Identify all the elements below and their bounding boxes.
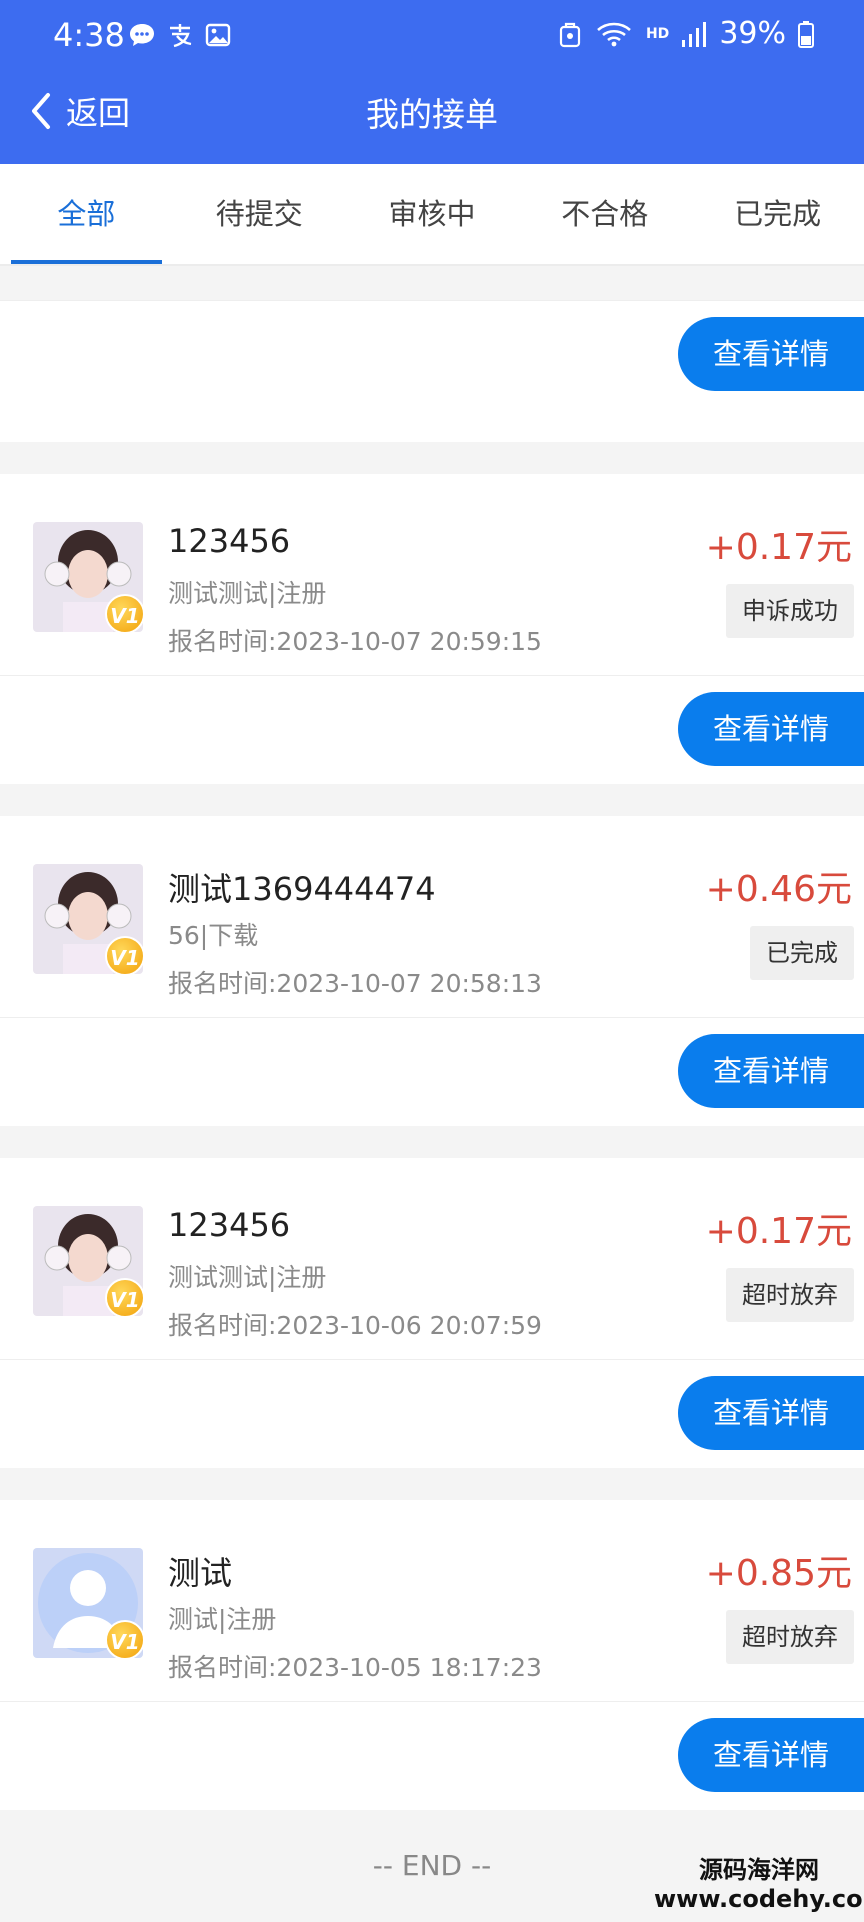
order-amount: +0.17元 bbox=[706, 518, 852, 570]
hd-icon: HD bbox=[646, 26, 669, 42]
status-badge: 超时放弃 bbox=[726, 1268, 854, 1322]
order-card: V1 测试1369444474 56|下载 报名时间:2023-10-07 20… bbox=[0, 816, 864, 1126]
order-time: 报名时间:2023-10-06 20:07:59 bbox=[168, 1306, 542, 1342]
tab-all[interactable]: 全部 bbox=[0, 164, 173, 264]
avatar: V1 bbox=[33, 1206, 143, 1316]
order-amount: +0.46元 bbox=[706, 860, 852, 912]
avatar: V1 bbox=[33, 1548, 143, 1658]
status-bar: 4:38 HD 39% bbox=[0, 0, 864, 74]
tab-pending-submit[interactable]: 待提交 bbox=[173, 164, 346, 264]
order-name: 123456 bbox=[168, 522, 290, 560]
order-name: 测试1369444474 bbox=[168, 864, 436, 910]
order-time: 报名时间:2023-10-05 18:17:23 bbox=[168, 1648, 542, 1684]
watermark: 源码海洋网 www.codehy.com bbox=[654, 1850, 864, 1920]
order-time: 报名时间:2023-10-07 20:58:13 bbox=[168, 964, 542, 1000]
order-name: 123456 bbox=[168, 1206, 290, 1244]
battery-level: 39% bbox=[719, 16, 786, 51]
vip-badge: V1 bbox=[105, 1620, 143, 1658]
wifi-icon bbox=[594, 19, 634, 49]
battery-icon bbox=[798, 20, 814, 48]
status-right-icons: HD 39% bbox=[558, 16, 814, 51]
page-title: 我的接单 bbox=[0, 88, 864, 136]
tab-completed[interactable]: 已完成 bbox=[691, 164, 864, 264]
view-detail-button[interactable]: 查看详情 bbox=[678, 317, 864, 391]
order-desc: 测试|注册 bbox=[168, 1600, 276, 1636]
vip-badge: V1 bbox=[105, 936, 143, 974]
order-desc: 测试测试|注册 bbox=[168, 574, 326, 610]
order-list: 查看详情 V1 123456 测试测试|注册 报名时间:2023-10-07 2… bbox=[0, 268, 864, 1922]
order-card-partial: 查看详情 bbox=[0, 300, 864, 442]
order-card: V1 123456 测试测试|注册 报名时间:2023-10-07 20:59:… bbox=[0, 474, 864, 784]
gallery-icon bbox=[203, 20, 233, 50]
tab-bar: 全部 待提交 审核中 不合格 已完成 bbox=[0, 164, 864, 266]
view-detail-button[interactable]: 查看详情 bbox=[678, 1034, 864, 1108]
tab-unqualified[interactable]: 不合格 bbox=[518, 164, 691, 264]
alipay-icon bbox=[165, 20, 195, 50]
order-amount: +0.85元 bbox=[706, 1544, 852, 1596]
status-badge: 超时放弃 bbox=[726, 1610, 854, 1664]
order-desc: 测试测试|注册 bbox=[168, 1258, 326, 1294]
chat-bubble-icon bbox=[127, 20, 157, 50]
tab-reviewing[interactable]: 审核中 bbox=[346, 164, 519, 264]
status-badge: 已完成 bbox=[750, 926, 854, 980]
bag-icon bbox=[558, 19, 582, 49]
watermark-url: www.codehy.com bbox=[654, 1885, 864, 1913]
status-time: 4:38 bbox=[53, 16, 125, 54]
nav-bar: 返回 我的接单 bbox=[0, 74, 864, 164]
view-detail-button[interactable]: 查看详情 bbox=[678, 1718, 864, 1792]
signal-icon bbox=[681, 20, 707, 48]
status-badge: 申诉成功 bbox=[726, 584, 854, 638]
avatar: V1 bbox=[33, 864, 143, 974]
notification-icons bbox=[127, 20, 233, 50]
vip-badge: V1 bbox=[105, 1278, 143, 1316]
watermark-title: 源码海洋网 bbox=[654, 1850, 864, 1885]
view-detail-button[interactable]: 查看详情 bbox=[678, 1376, 864, 1450]
order-card: V1 测试 测试|注册 报名时间:2023-10-05 18:17:23 +0.… bbox=[0, 1500, 864, 1810]
view-detail-button[interactable]: 查看详情 bbox=[678, 692, 864, 766]
avatar: V1 bbox=[33, 522, 143, 632]
order-card: V1 123456 测试测试|注册 报名时间:2023-10-06 20:07:… bbox=[0, 1158, 864, 1468]
order-name: 测试 bbox=[168, 1548, 232, 1594]
order-amount: +0.17元 bbox=[706, 1202, 852, 1254]
vip-badge: V1 bbox=[105, 594, 143, 632]
app-header: 4:38 HD 39% 返回 我的接单 bbox=[0, 0, 864, 164]
order-desc: 56|下载 bbox=[168, 916, 258, 952]
order-time: 报名时间:2023-10-07 20:59:15 bbox=[168, 622, 542, 658]
